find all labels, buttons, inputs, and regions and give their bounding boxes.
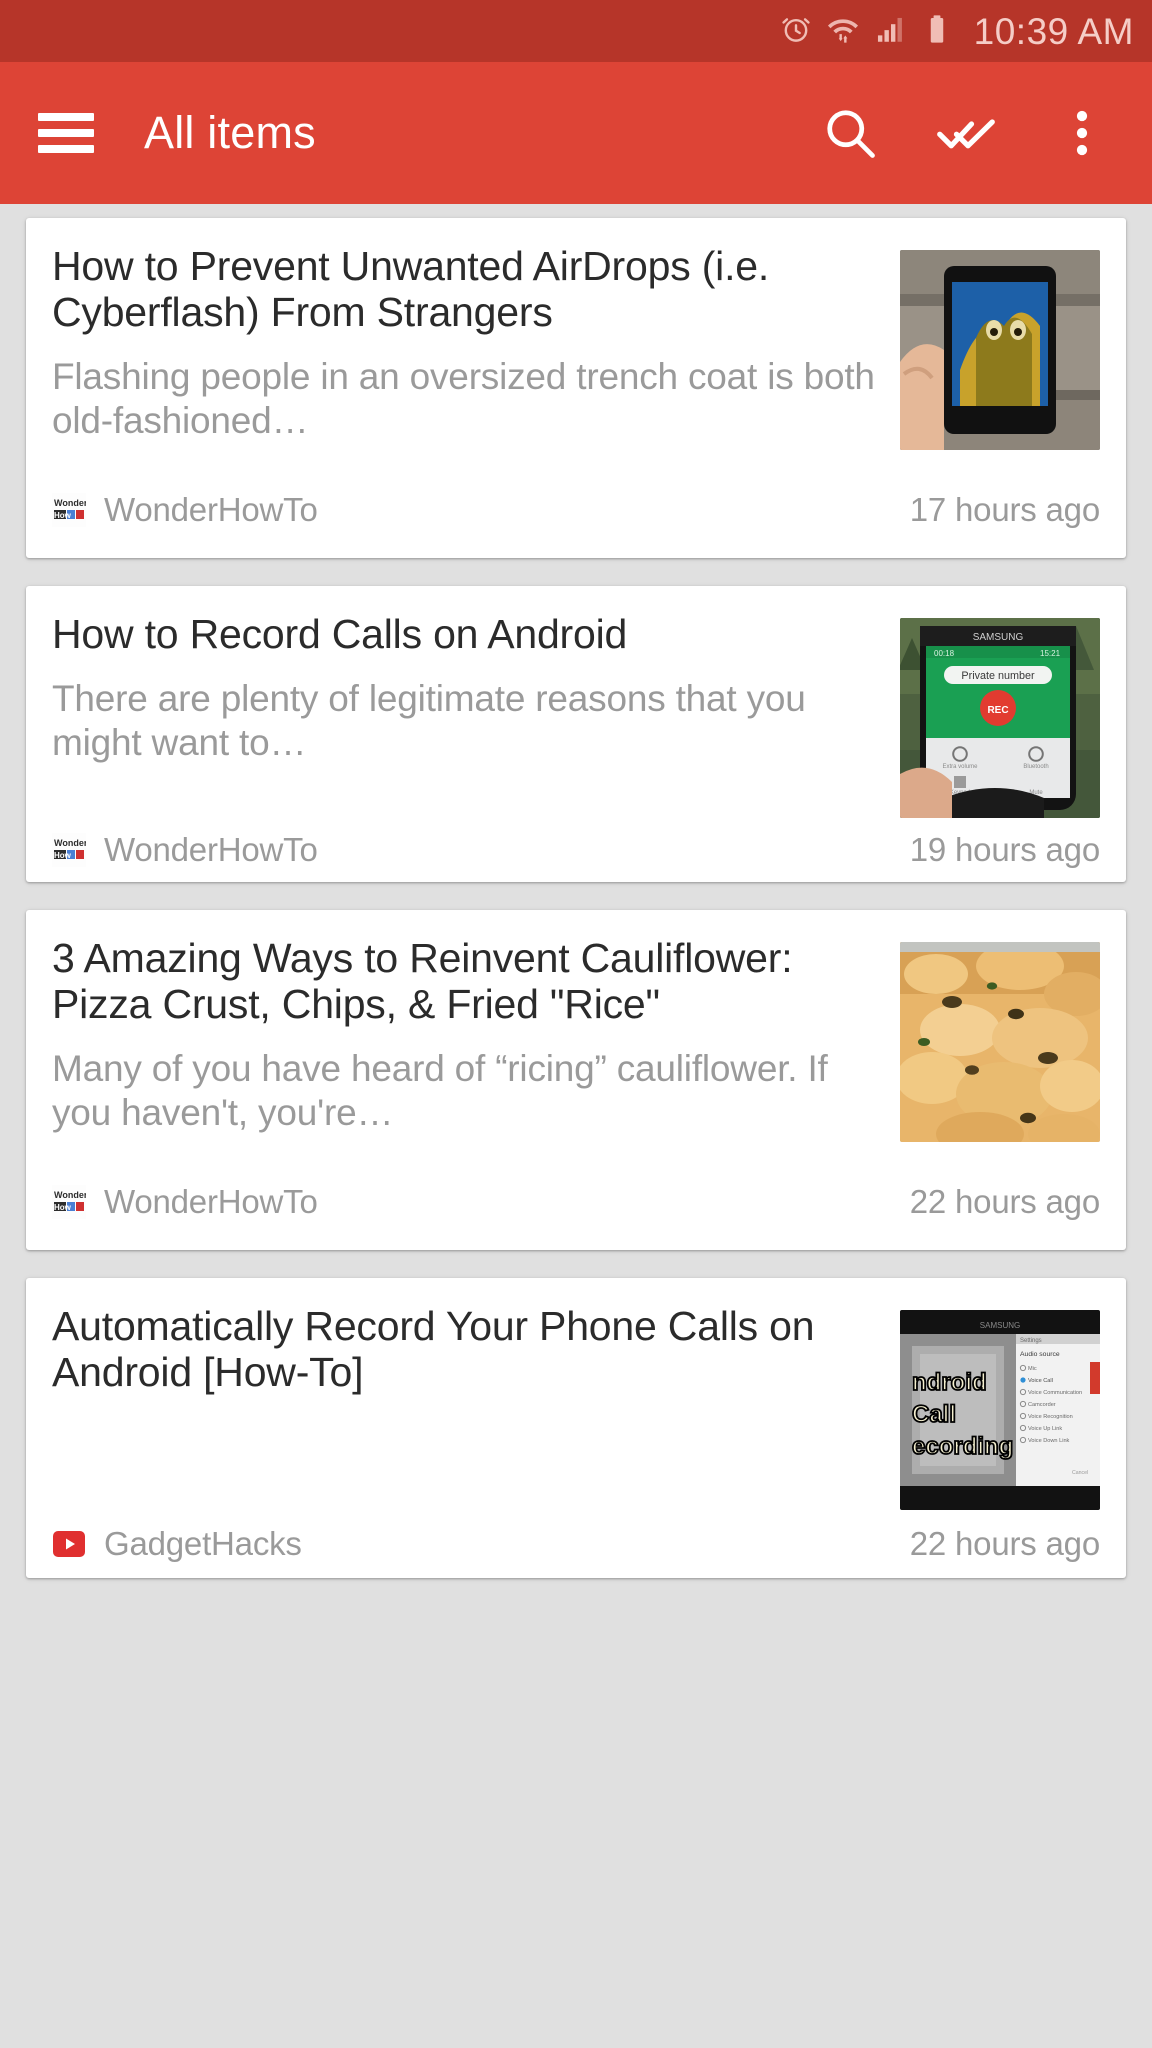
article-title: How to Prevent Unwanted AirDrops (i.e. C… [52, 243, 770, 335]
svg-text:SAMSUNG: SAMSUNG [980, 1321, 1020, 1330]
svg-text:SAMSUNG: SAMSUNG [973, 632, 1024, 643]
article-source: WonderHowTo [104, 831, 318, 868]
svg-text:REC: REC [987, 705, 1008, 716]
svg-text:Private number: Private number [961, 670, 1035, 682]
article-title: How to Record Calls on Android [52, 611, 628, 657]
article-timestamp: 22 hours ago [909, 1183, 1100, 1220]
article-footer: Wonder How WonderHowTo 22 hours ago [52, 1154, 1100, 1250]
svg-text:15:21: 15:21 [1040, 649, 1061, 658]
app-toolbar: All items [0, 62, 1152, 204]
hamburger-menu-icon[interactable] [38, 113, 94, 153]
svg-text:Wonder: Wonder [54, 1190, 86, 1200]
youtube-icon [52, 1527, 86, 1561]
feed-list[interactable]: How to Prevent Unwanted AirDrops (i.e. C… [0, 204, 1152, 2048]
search-icon[interactable] [820, 103, 880, 163]
svg-text:Camcorder: Camcorder [1028, 1402, 1056, 1408]
svg-text:Extra volume: Extra volume [942, 764, 978, 770]
article-source: GadgetHacks [104, 1525, 302, 1562]
mark-all-read-icon[interactable] [936, 103, 996, 163]
list-item[interactable]: Automatically Record Your Phone Calls on… [26, 1278, 1126, 1578]
article-title: 3 Amazing Ways to Reinvent Cauliflower: … [52, 935, 793, 1027]
svg-text:Audio source: Audio source [1020, 1351, 1060, 1358]
article-snippet: There are plenty of legitimate reasons t… [52, 677, 806, 764]
status-bar-clock: 10:39 AM [973, 10, 1134, 52]
svg-text:Voice Recognition: Voice Recognition [1028, 1414, 1073, 1420]
article-source: WonderHowTo [104, 491, 318, 528]
svg-text:How: How [54, 511, 72, 520]
signal-icon [873, 12, 907, 51]
svg-text:Settings: Settings [1020, 1338, 1042, 1344]
article-timestamp: 22 hours ago [909, 1525, 1100, 1562]
overflow-menu-icon[interactable] [1052, 103, 1112, 163]
article-title: Automatically Record Your Phone Calls on… [52, 1303, 815, 1395]
svg-text:How: How [54, 851, 72, 860]
alarm-icon [779, 12, 813, 51]
article-footer: Wonder How WonderHowTo 17 hours ago [52, 462, 1100, 558]
article-timestamp: 19 hours ago [909, 831, 1100, 868]
toolbar-actions [820, 103, 1122, 163]
svg-text:Wonder: Wonder [54, 838, 86, 848]
svg-text:Call: Call [912, 1401, 956, 1428]
wonderhowto-favicon: Wonder How [52, 1185, 86, 1219]
article-thumbnail [900, 250, 1100, 450]
svg-text:Voice Up Link: Voice Up Link [1028, 1426, 1062, 1432]
svg-text:How: How [54, 1203, 72, 1212]
article-snippet: Flashing people in an oversized trench c… [52, 355, 875, 442]
list-item[interactable]: 3 Amazing Ways to Reinvent Cauliflower: … [26, 910, 1126, 1250]
svg-text:ndroid: ndroid [912, 1369, 987, 1396]
status-bar: 10:39 AM [0, 0, 1152, 62]
svg-text:Voice Call: Voice Call [1028, 1378, 1053, 1384]
svg-text:Voice Down Link: Voice Down Link [1028, 1438, 1070, 1444]
wonderhowto-favicon: Wonder How [52, 493, 86, 527]
article-thumbnail: SAMSUNG 00:18 15:21 Private number REC E… [900, 618, 1100, 818]
article-snippet: Many of you have heard of “ricing” cauli… [52, 1047, 828, 1134]
battery-icon [920, 12, 954, 51]
svg-text:Bluetooth: Bluetooth [1023, 764, 1048, 770]
svg-text:ecording: ecording [912, 1433, 1013, 1460]
svg-text:Wonder: Wonder [54, 498, 86, 508]
svg-text:Mic: Mic [1028, 1366, 1037, 1372]
article-timestamp: 17 hours ago [909, 491, 1100, 528]
svg-text:00:18: 00:18 [934, 649, 955, 658]
list-item[interactable]: How to Record Calls on Android There are… [26, 586, 1126, 882]
wifi-icon [826, 12, 860, 51]
svg-text:Cancel: Cancel [1072, 1470, 1088, 1476]
page-title: All items [144, 107, 316, 158]
article-thumbnail: ndroid Call ecording Settings Audio sour… [900, 1310, 1100, 1510]
svg-text:Voice Communication: Voice Communication [1028, 1390, 1082, 1396]
article-thumbnail [900, 942, 1100, 1142]
article-footer: GadgetHacks 22 hours ago [52, 1510, 1100, 1578]
article-footer: Wonder How WonderHowTo 19 hours ago [52, 818, 1100, 882]
wonderhowto-favicon: Wonder How [52, 833, 86, 867]
article-source: WonderHowTo [104, 1183, 318, 1220]
list-item[interactable]: How to Prevent Unwanted AirDrops (i.e. C… [26, 218, 1126, 558]
